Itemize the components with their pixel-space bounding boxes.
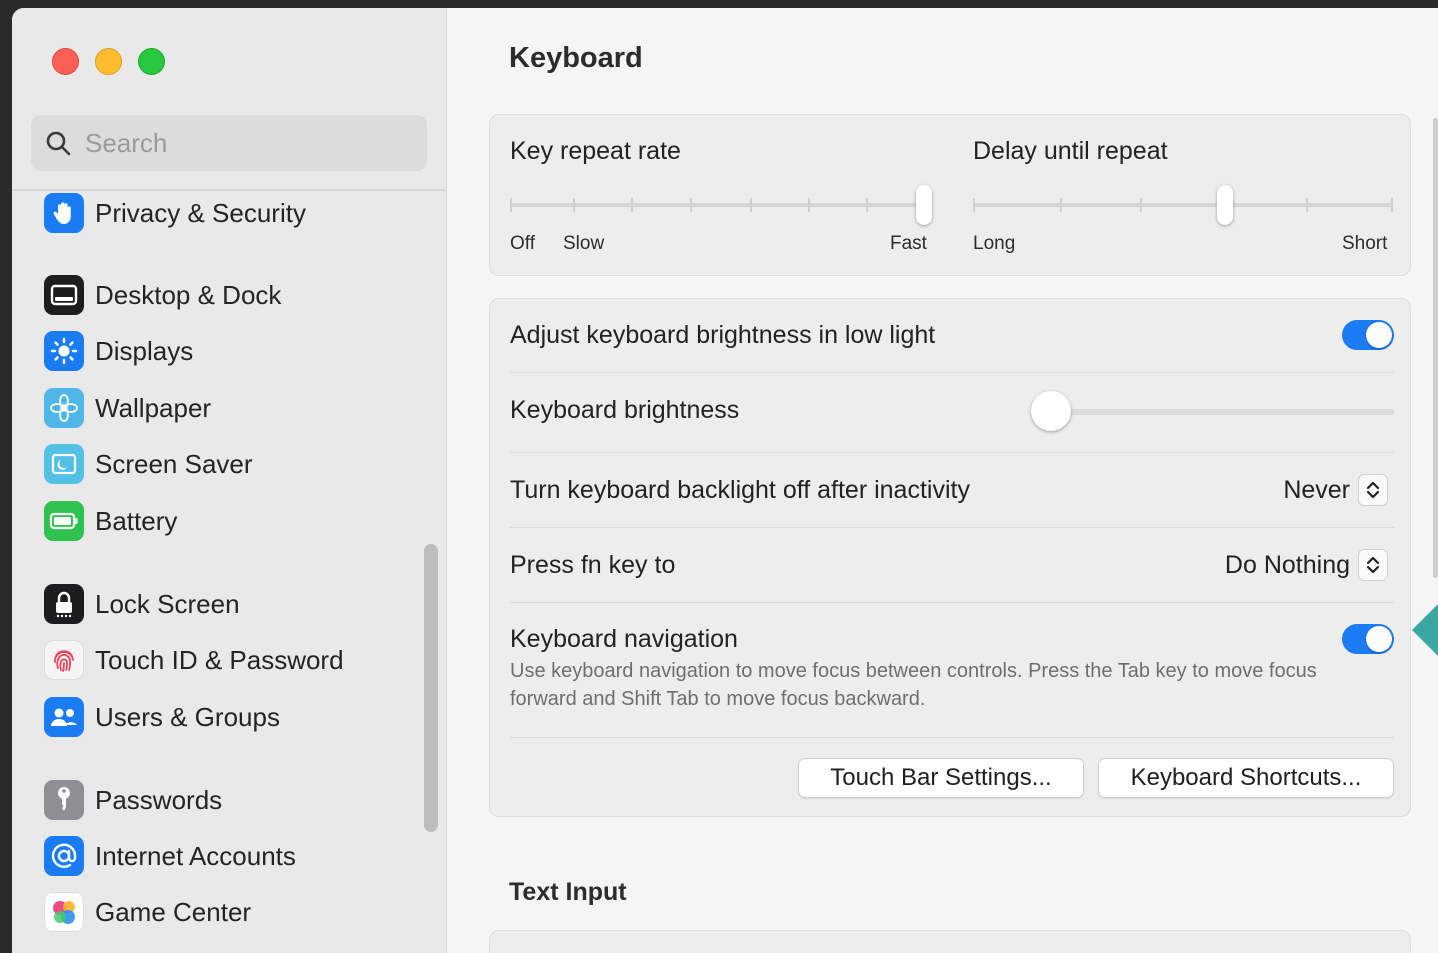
sidebar-item-wallpaper[interactable]: Wallpaper [44, 386, 211, 430]
screensaver-icon [44, 444, 84, 484]
adjust-brightness-label: Adjust keyboard brightness in low light [510, 321, 936, 349]
key-repeat-fast-label: Fast [890, 233, 927, 254]
close-button[interactable] [52, 48, 79, 75]
delay-repeat-label: Delay until repeat [973, 137, 1168, 165]
sidebar-item-label: Passwords [95, 784, 223, 815]
sidebar-item-label: Screen Saver [95, 448, 253, 479]
delay-repeat-long-label: Long [973, 233, 1016, 254]
delay-repeat-short-label: Short [1342, 233, 1388, 254]
sidebar-item-label: Touch ID & Password [95, 644, 344, 675]
sidebar-item-label: Internet Accounts [95, 840, 296, 871]
sidebar-item-game-center[interactable]: Game Center [44, 890, 251, 934]
key-repeat-slider-thumb[interactable] [916, 185, 932, 225]
up-down-chevron-icon [1358, 549, 1388, 581]
key-icon [44, 780, 84, 820]
game-center-icon [44, 892, 84, 932]
sidebar-item-desktop-dock[interactable]: Desktop & Dock [44, 273, 281, 317]
page-title: Keyboard [509, 42, 643, 74]
up-down-chevron-icon [1358, 474, 1388, 506]
fingerprint-icon [44, 640, 84, 680]
delay-repeat-slider-thumb[interactable] [1217, 185, 1233, 225]
fn-key-label: Press fn key to [510, 551, 676, 579]
search-icon [46, 131, 71, 156]
users-icon [44, 697, 84, 737]
sidebar-item-label: Displays [95, 335, 194, 366]
keyboard-brightness-label: Keyboard brightness [510, 396, 740, 424]
sidebar: Privacy & Security Desktop & Dock Displa… [12, 8, 447, 953]
sun-icon [44, 331, 84, 371]
sidebar-item-label: Users & Groups [95, 701, 280, 732]
sidebar-item-label: Desktop & Dock [95, 279, 282, 310]
sidebar-item-battery[interactable]: Battery [44, 499, 177, 543]
sidebar-item-label: Lock Screen [95, 588, 240, 619]
sidebar-item-label: Wallpaper [95, 392, 212, 423]
sidebar-item-internet-accounts[interactable]: Internet Accounts [44, 834, 296, 878]
keyboard-brightness-slider-thumb[interactable] [1031, 391, 1071, 431]
sidebar-scrollbar[interactable] [424, 544, 438, 832]
flower-icon [44, 388, 84, 428]
main-scrollbar[interactable] [1433, 118, 1438, 578]
hand-icon [44, 193, 84, 233]
zoom-button[interactable] [138, 48, 165, 75]
settings-window: Privacy & Security Desktop & Dock Displa… [12, 8, 1438, 953]
sidebar-item-lock-screen[interactable]: Lock Screen [44, 582, 240, 626]
row-divider [510, 602, 1394, 603]
callout-arrow-icon [1412, 604, 1438, 656]
key-repeat-slow-label: Slow [563, 233, 605, 254]
search-field[interactable] [31, 115, 427, 171]
key-repeat-card: Key repeat rate Delay until repeat Off S… [489, 114, 1411, 276]
lock-icon [44, 584, 84, 624]
sidebar-item-displays[interactable]: Displays [44, 329, 193, 373]
text-input-section-title: Text Input [509, 878, 627, 906]
keyboard-navigation-label: Keyboard navigation [510, 625, 738, 653]
sidebar-item-screen-saver[interactable]: Screen Saver [44, 442, 253, 486]
main-content: Keyboard Key repeat rate Delay until rep… [447, 8, 1438, 953]
row-divider [510, 372, 1394, 373]
sidebar-item-touch-id[interactable]: Touch ID & Password [44, 638, 344, 682]
at-icon [44, 836, 84, 876]
row-divider [510, 452, 1394, 453]
adjust-brightness-toggle[interactable] [1342, 320, 1394, 350]
text-input-card [489, 930, 1411, 953]
touch-bar-settings-button[interactable]: Touch Bar Settings... [798, 758, 1084, 798]
fn-key-value: Do Nothing [1224, 550, 1350, 579]
backlight-off-select[interactable]: Never [1283, 474, 1388, 506]
keyboard-navigation-toggle[interactable] [1342, 624, 1394, 654]
key-repeat-off-label: Off [510, 233, 535, 254]
battery-icon [44, 501, 84, 541]
search-input[interactable] [83, 126, 387, 160]
window-controls [52, 48, 165, 75]
sidebar-item-privacy-security[interactable]: Privacy & Security [44, 191, 306, 235]
sidebar-item-label: Battery [95, 505, 178, 536]
keyboard-settings-card: Adjust keyboard brightness in low light … [489, 298, 1411, 817]
sidebar-item-label: Game Center [95, 896, 252, 927]
keyboard-shortcuts-button[interactable]: Keyboard Shortcuts... [1098, 758, 1394, 798]
sidebar-item-passwords[interactable]: Passwords [44, 778, 222, 822]
backlight-off-value: Never [1283, 475, 1350, 504]
fn-key-select[interactable]: Do Nothing [1225, 549, 1388, 581]
sidebar-item-label: Privacy & Security [95, 197, 306, 228]
key-repeat-label: Key repeat rate [510, 137, 681, 165]
row-divider [510, 527, 1394, 528]
keyboard-navigation-description: Use keyboard navigation to move focus be… [510, 660, 1317, 710]
dock-icon [44, 275, 84, 315]
minimize-button[interactable] [95, 48, 122, 75]
row-divider [510, 737, 1394, 738]
backlight-off-label: Turn keyboard backlight off after inacti… [510, 476, 970, 504]
sidebar-item-users-groups[interactable]: Users & Groups [44, 695, 280, 739]
